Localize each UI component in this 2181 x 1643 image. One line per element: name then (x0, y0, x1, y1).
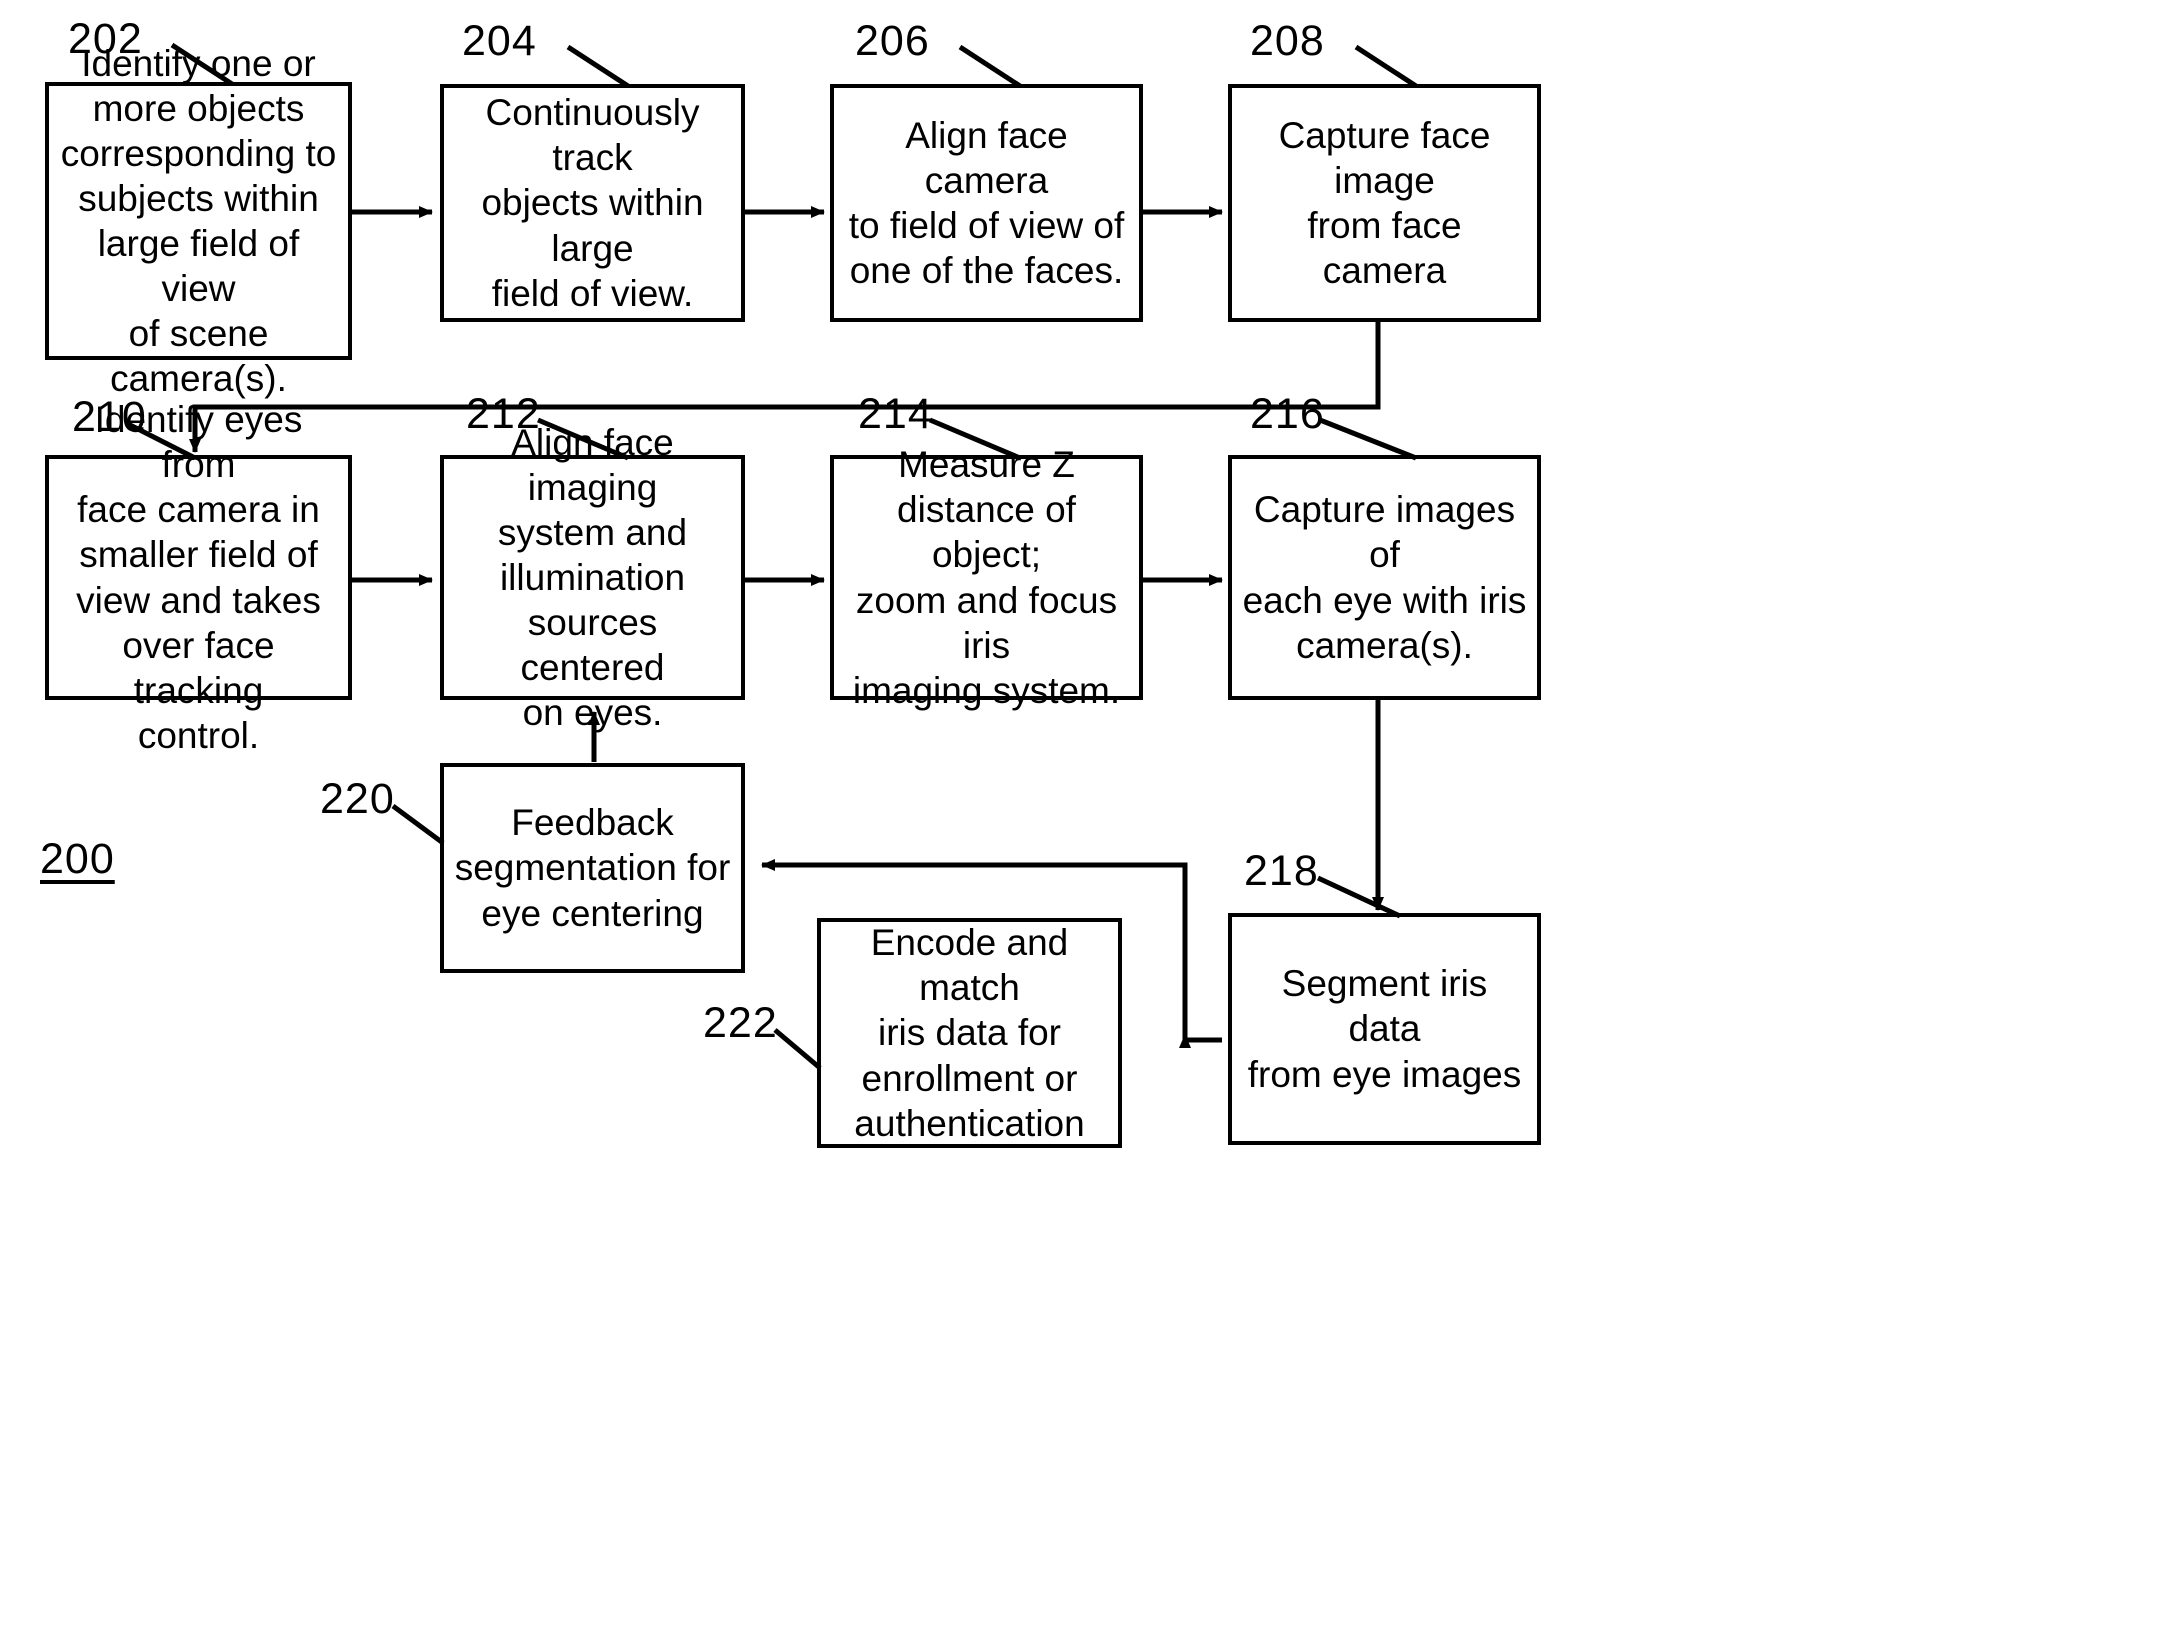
reference-numeral-218: 218 (1244, 847, 1319, 895)
reference-numeral-204: 204 (462, 17, 537, 65)
figure-number-label: 200 (40, 835, 115, 883)
reference-numeral-212: 212 (466, 390, 541, 438)
reference-numeral-216: 216 (1250, 390, 1325, 438)
leader-204 (566, 44, 630, 89)
leader-218 (1316, 875, 1402, 919)
leader-216 (1319, 417, 1417, 461)
reference-numeral-222: 222 (703, 999, 778, 1047)
reference-numeral-208: 208 (1250, 17, 1325, 65)
leader-202 (170, 42, 234, 87)
reference-numeral-206: 206 (855, 17, 930, 65)
leader-222 (773, 1028, 822, 1070)
leader-212 (537, 417, 629, 461)
leader-214 (929, 417, 1021, 461)
leader-208 (1354, 44, 1418, 89)
reference-numeral-202: 202 (68, 15, 143, 63)
reference-numeral-214: 214 (858, 390, 933, 438)
reference-numeral-220: 220 (320, 775, 395, 823)
leader-206 (958, 44, 1022, 89)
patent-flowchart-figure: Identify one or more objects correspondi… (0, 0, 2181, 1643)
reference-numeral-210: 210 (72, 393, 147, 441)
leader-220 (391, 803, 445, 846)
